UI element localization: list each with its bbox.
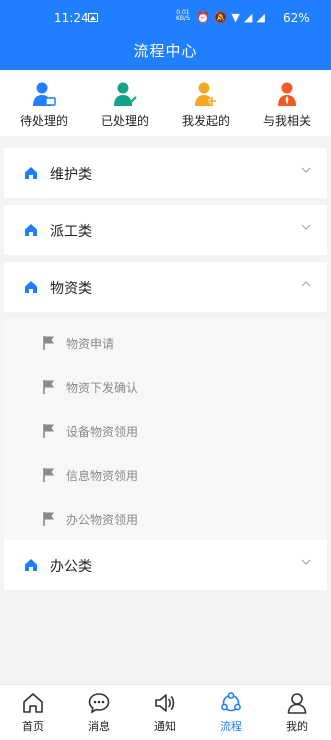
chevron-down-icon [301, 167, 311, 173]
quick-action-initiated[interactable]: 我发起的 [165, 82, 247, 129]
tab-notifications[interactable]: 通知 [132, 691, 198, 734]
person-add-icon [195, 82, 216, 106]
gallery-notification-icon [88, 13, 98, 22]
quick-action-related[interactable]: 与我相关 [246, 82, 328, 129]
chevron-down-icon [301, 224, 311, 230]
submenu-item-equipment-materials[interactable]: 设备物资领用 [4, 408, 327, 452]
flag-icon [43, 336, 54, 350]
quick-action-label: 与我相关 [262, 114, 311, 128]
submenu-item-label: 信息物资领用 [66, 469, 139, 483]
submenu-item-label: 设备物资领用 [66, 425, 139, 439]
tab-label: 流程 [220, 720, 242, 733]
category-materials[interactable]: 物资类 [4, 262, 327, 312]
submenu-item-label: 办公物资领用 [66, 513, 139, 527]
category-dispatch[interactable]: 派工类 [4, 205, 327, 255]
alarm-icon: ⏰ [196, 11, 214, 24]
process-center-screen: 11:24 0.01 KB/S ⏰🔕▼◢◢ 62% 流程中心 待处理的 已处理的… [0, 0, 331, 740]
category-label: 办公类 [50, 559, 92, 575]
flow-icon [221, 692, 241, 712]
tab-label: 我的 [286, 720, 308, 733]
network-speed-unit: KB/S [176, 15, 190, 22]
status-icons: ⏰🔕▼◢◢ [196, 11, 269, 24]
signal-icon: ◢ [243, 11, 257, 24]
tab-home[interactable]: 首页 [0, 691, 66, 734]
chat-icon [88, 693, 110, 714]
person-tie-icon [278, 82, 296, 106]
status-time: 11:24 [54, 11, 89, 25]
quick-action-label: 待处理的 [19, 114, 68, 128]
wifi-icon: ▼ [231, 11, 244, 24]
submenu-item-office-materials[interactable]: 办公物资领用 [4, 496, 327, 540]
mute-icon: 🔕 [213, 11, 232, 24]
home-icon [25, 167, 37, 179]
tab-label: 首页 [22, 720, 44, 733]
network-speed: 0.01 KB/S [176, 10, 190, 22]
home-icon [25, 281, 37, 293]
category-label: 维护类 [50, 167, 92, 183]
submenu-item-label: 物资申请 [66, 337, 115, 351]
flag-icon [43, 512, 54, 526]
submenu-item-it-materials[interactable]: 信息物资领用 [4, 452, 327, 496]
person-check-icon [114, 82, 137, 106]
category-office[interactable]: 办公类 [4, 540, 327, 590]
flag-icon [43, 380, 54, 394]
flag-icon [43, 424, 54, 438]
quick-action-processed[interactable]: 已处理的 [84, 82, 166, 129]
flag-icon [43, 468, 54, 482]
home-icon [25, 559, 37, 571]
tab-label: 消息 [88, 720, 110, 733]
category-label: 派工类 [50, 224, 92, 240]
top-app-bar: 11:24 0.01 KB/S ⏰🔕▼◢◢ 62% 流程中心 [0, 0, 331, 70]
quick-action-label: 我发起的 [181, 114, 230, 128]
status-bar: 11:24 0.01 KB/S ⏰🔕▼◢◢ 62% [0, 0, 331, 34]
signal-2-icon: ◢ [256, 11, 269, 24]
page-title: 流程中心 [133, 42, 198, 60]
user-icon [287, 693, 307, 714]
person-inbox-icon [33, 82, 56, 106]
chevron-down-icon [301, 559, 311, 565]
tab-profile[interactable]: 我的 [264, 691, 330, 734]
materials-submenu: 物资申请 物资下发确认 设备物资领用 信息物资领用 办公物资领用 [4, 318, 327, 540]
category-label: 物资类 [50, 281, 92, 297]
tab-workflow[interactable]: 流程 [198, 691, 264, 734]
quick-action-pending[interactable]: 待处理的 [3, 82, 85, 129]
submenu-item-material-request[interactable]: 物资申请 [4, 320, 327, 364]
bottom-tab-bar: 首页 消息 通知 流程 我的 [0, 684, 331, 740]
submenu-item-material-issue-confirm[interactable]: 物资下发确认 [4, 364, 327, 408]
chevron-up-icon [301, 281, 311, 287]
home-icon [25, 224, 37, 236]
quick-actions: 待处理的 已处理的 我发起的 与我相关 [0, 70, 331, 136]
tab-messages[interactable]: 消息 [66, 691, 132, 734]
battery-level: 62% [283, 11, 310, 25]
submenu-item-label: 物资下发确认 [66, 381, 139, 395]
quick-action-label: 已处理的 [100, 114, 149, 128]
home-icon [23, 693, 43, 713]
category-maintenance[interactable]: 维护类 [4, 148, 327, 198]
speaker-icon [155, 694, 175, 712]
tab-label: 通知 [154, 720, 176, 733]
